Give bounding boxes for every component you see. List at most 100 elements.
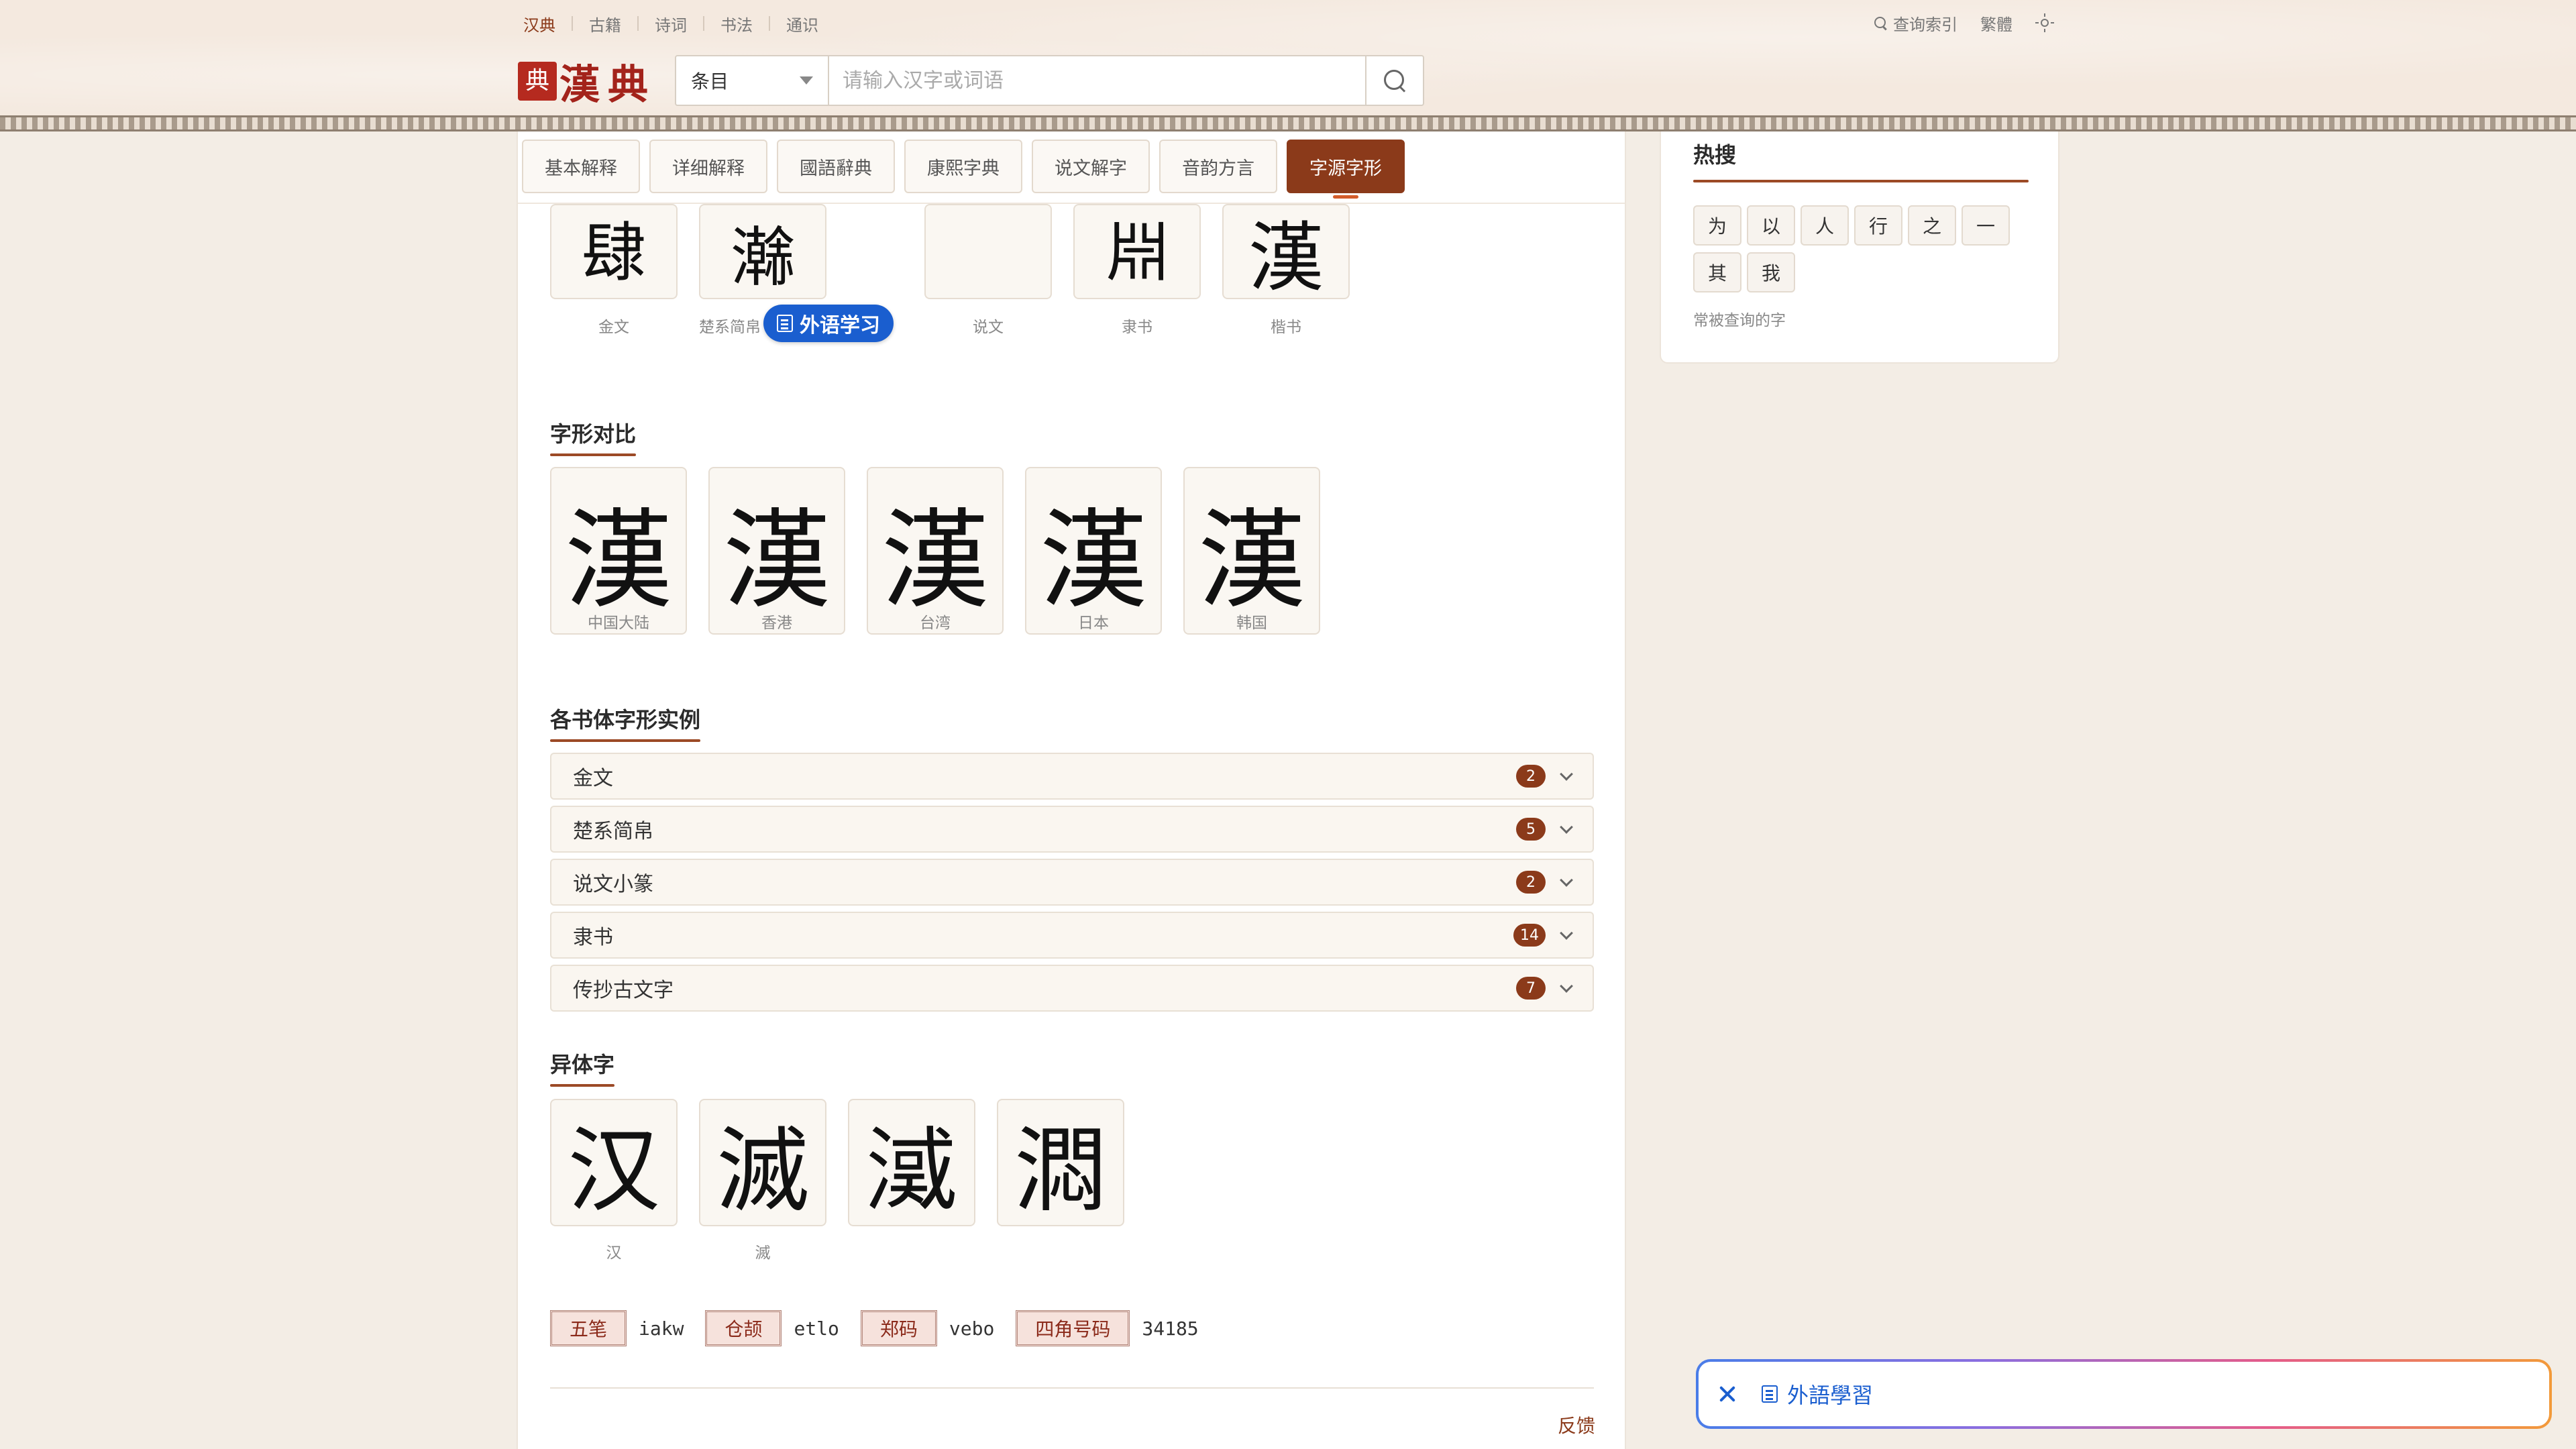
top-navigation: 汉典 古籍 诗词 书法 通识 [523, 12, 835, 35]
comparison-glyph: 漢 [1040, 474, 1147, 629]
feedback-link[interactable]: 反馈 [1558, 1411, 1595, 1438]
topnav-item-handian[interactable]: 汉典 [523, 12, 572, 36]
foreign-language-banner: 外語學習 [1696, 1359, 2552, 1429]
tab-kangxi[interactable]: 康熙字典 [904, 140, 1022, 193]
tab-guoyu[interactable]: 國語辭典 [777, 140, 895, 193]
calligraphy-row-jinwen[interactable]: 金文 2 [550, 753, 1594, 800]
calligraphy-row-chuxi[interactable]: 楚系简帛 5 [550, 806, 1594, 853]
evolution-glyph: 𣶒 [1105, 213, 1169, 290]
evolution-tile-chuxi[interactable]: 𤃬 [699, 204, 826, 299]
hot-search-title: 热搜 [1693, 138, 1736, 169]
comparison-caption: 台湾 [867, 610, 1004, 633]
comparison-glyph: 漢 [1198, 474, 1305, 629]
topnav-item-tongshi[interactable]: 通识 [770, 12, 835, 36]
calligraphy-row-label: 说文小篆 [573, 867, 1516, 897]
tab-shuowen[interactable]: 说文解字 [1032, 140, 1150, 193]
comparison-caption: 日本 [1025, 610, 1162, 633]
site-logo[interactable]: 典 漢典 [518, 59, 656, 103]
code-value-zhengma: vebo [949, 1318, 994, 1340]
hot-item[interactable]: 我 [1747, 252, 1795, 292]
search-type-select[interactable]: 条目 [676, 56, 829, 105]
evolution-tile-jinwen[interactable]: 𨽸 [550, 204, 678, 299]
code-tag-sijiao: 四角号码 [1016, 1310, 1130, 1346]
chevron-down-icon [1560, 767, 1573, 781]
calligraphy-row-label: 金文 [573, 761, 1516, 791]
foreign-language-pill[interactable]: 外语学习 [763, 305, 894, 342]
search-icon [1873, 15, 1888, 30]
hot-item[interactable]: 其 [1693, 252, 1741, 292]
banner-inner: 外語學習 [1699, 1362, 2549, 1426]
hot-item[interactable]: 以 [1747, 205, 1795, 246]
variant-glyph: 滅 [716, 1095, 809, 1230]
tab-detailed[interactable]: 详细解释 [649, 140, 767, 193]
code-tag-zhengma: 郑码 [861, 1310, 937, 1346]
calligraphy-row-chuanchao[interactable]: 传抄古文字 7 [550, 965, 1594, 1012]
index-search-link[interactable]: 查询索引 [1873, 11, 1957, 35]
count-badge: 7 [1516, 977, 1546, 1000]
hot-search-panel: 热搜 为 以 人 行 之 一 其 我 常被查询的字 [1660, 131, 2059, 364]
tab-phonology[interactable]: 音韵方言 [1159, 140, 1277, 193]
close-icon[interactable] [1717, 1384, 1737, 1404]
evolution-tile-lishu[interactable]: 𣶒 [1073, 204, 1201, 299]
topnav-item-shufa[interactable]: 书法 [704, 12, 769, 36]
comparison-glyph: 漢 [723, 474, 830, 629]
comparison-caption: 中国大陆 [550, 610, 687, 633]
count-badge: 14 [1513, 924, 1546, 947]
hot-item[interactable]: 人 [1801, 205, 1849, 246]
variants-title: 异体字 [550, 1048, 614, 1087]
topnav-item-shici[interactable]: 诗词 [639, 12, 703, 36]
variant-glyph: 㵍 [1014, 1095, 1107, 1230]
tab-basic[interactable]: 基本解释 [522, 140, 640, 193]
search-button[interactable] [1365, 56, 1423, 105]
count-badge: 2 [1516, 765, 1546, 788]
topnav-item-guji[interactable]: 古籍 [573, 12, 637, 36]
calligraphy-row-xiaozhuan[interactable]: 说文小篆 2 [550, 859, 1594, 906]
logo-seal: 典 [518, 62, 557, 101]
variant-tile[interactable]: 滅 [699, 1099, 826, 1226]
code-tag-wubi: 五笔 [550, 1310, 627, 1346]
banner-link[interactable]: 外語學習 [1762, 1379, 1873, 1409]
evolution-caption: 说文 [924, 314, 1052, 337]
count-badge: 5 [1516, 818, 1546, 841]
tab-etymology[interactable]: 字源字形 [1287, 140, 1405, 193]
search-input[interactable] [829, 56, 1365, 105]
theme-toggle[interactable] [2035, 13, 2054, 32]
calligraphy-title: 各书体字形实例 [550, 703, 700, 742]
variant-tile[interactable]: 㵍 [997, 1099, 1124, 1226]
code-value-cangjie: etlo [794, 1318, 839, 1340]
banner-label: 外語學習 [1787, 1379, 1873, 1409]
variant-caption: 滅 [699, 1240, 826, 1263]
code-value-wubi: iakw [639, 1318, 684, 1340]
traditional-toggle[interactable]: 繁體 [1980, 11, 2012, 35]
hot-item[interactable]: 为 [1693, 205, 1741, 246]
hot-item[interactable]: 行 [1854, 205, 1902, 246]
hot-search-note: 常被查询的字 [1693, 307, 1786, 330]
evolution-glyph: 𤃬 [731, 205, 795, 299]
variant-glyph: 汉 [568, 1095, 660, 1230]
evolution-tile-shuowen[interactable]: 𤃽 [924, 204, 1052, 299]
comparison-glyph: 漢 [881, 474, 989, 629]
site-header: 汉典 古籍 诗词 书法 通识 查询索引 繁體 典 漢典 条目 [0, 0, 2576, 125]
chevron-down-icon [1560, 926, 1573, 940]
calligraphy-row-label: 隶书 [573, 920, 1513, 950]
variant-tile[interactable]: 汉 [550, 1099, 678, 1226]
logo-name: 漢典 [559, 52, 656, 111]
sun-icon [2035, 13, 2054, 32]
hot-item[interactable]: 一 [1962, 205, 2010, 246]
section-tabs: 基本解释 详细解释 國語辭典 康熙字典 说文解字 音韵方言 字源字形 [518, 131, 1625, 204]
calligraphy-row-lishu[interactable]: 隶书 14 [550, 912, 1594, 959]
calligraphy-row-label: 楚系简帛 [573, 814, 1516, 844]
comparison-caption: 香港 [708, 610, 845, 633]
main-content: 𨽸 金文 𤃬 楚系简帛 𤃽 说文 𣶒 隶书 漢 楷书 外语学习 字形对比 漢 中… [517, 131, 1626, 1449]
decorative-border [0, 115, 2576, 131]
comparison-title: 字形对比 [550, 417, 636, 456]
search-type-value: 条目 [691, 67, 729, 94]
document-icon [777, 315, 793, 332]
caret-down-icon [800, 76, 813, 85]
variant-glyph: 㵄 [865, 1095, 958, 1230]
evolution-tile-kaishu[interactable]: 漢 [1222, 204, 1350, 299]
variant-tile[interactable]: 㵄 [848, 1099, 975, 1226]
hot-item[interactable]: 之 [1908, 205, 1956, 246]
comparison-glyph: 漢 [565, 474, 672, 629]
hot-search-underline [1693, 180, 2029, 182]
